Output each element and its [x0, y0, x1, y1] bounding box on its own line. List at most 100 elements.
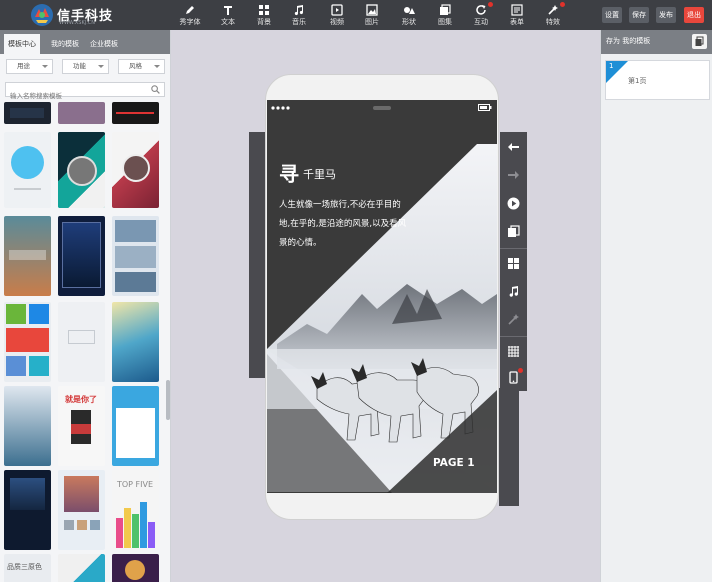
template-thumb[interactable]	[4, 102, 51, 124]
template-thumb[interactable]	[112, 132, 159, 208]
notification-dot	[560, 2, 565, 7]
page-heading-small[interactable]: 千里马	[303, 166, 336, 182]
panel-scrollbar[interactable]	[166, 380, 170, 420]
tool-interact-label: 互动	[474, 18, 488, 26]
copy-page-button[interactable]	[692, 34, 707, 49]
template-thumb[interactable]	[4, 302, 51, 382]
template-thumb[interactable]	[4, 216, 51, 296]
tab-enterprise-templates[interactable]: 企业模板	[86, 34, 122, 54]
page-thumbnail[interactable]: 1 第1页	[605, 60, 710, 100]
video-icon	[331, 4, 343, 16]
tool-divider	[500, 336, 527, 337]
refresh-icon	[476, 5, 486, 15]
grid-icon	[508, 346, 519, 357]
tool-gallery[interactable]: 图集	[425, 2, 465, 29]
page-tools-strip	[500, 132, 527, 391]
filter-usage[interactable]: 用途	[6, 59, 53, 74]
brand-logo[interactable]: 信手科技 WWW.XSKJ.CN	[30, 3, 140, 27]
grid-button[interactable]	[500, 338, 527, 365]
chevron-down-icon	[98, 65, 104, 68]
thumb-caption: TOP FIVE	[117, 480, 154, 489]
settings-button[interactable]: 设置	[602, 7, 622, 23]
tool-font[interactable]: 秀字体	[170, 2, 210, 29]
tab-my-templates[interactable]: 我的模板	[47, 34, 83, 54]
tool-effects-label: 特效	[546, 18, 560, 26]
tab-template-center[interactable]: 模板中心	[4, 34, 40, 54]
page-label-text[interactable]: PAGE 1	[433, 457, 475, 469]
thumb-caption: 品质三原色	[7, 563, 42, 571]
phone-status-bar	[267, 100, 497, 117]
template-thumb[interactable]	[112, 554, 159, 582]
filter-function-label: 功能	[73, 62, 86, 70]
redo-button[interactable]	[500, 162, 527, 189]
page-heading-big[interactable]: 寻	[279, 158, 299, 187]
tool-interact[interactable]: 互动	[461, 2, 501, 29]
filter-style[interactable]: 风格	[118, 59, 165, 74]
notification-dot	[488, 2, 493, 7]
preview-button[interactable]	[500, 190, 527, 217]
filter-style-label: 风格	[129, 62, 142, 70]
tool-background[interactable]: 背景	[244, 2, 284, 29]
filter-function[interactable]: 功能	[62, 59, 109, 74]
logo-icon	[31, 4, 53, 26]
template-thumb[interactable]	[58, 302, 105, 382]
grid-icon	[259, 5, 269, 15]
tool-music[interactable]: 音乐	[279, 2, 319, 29]
template-thumb[interactable]	[112, 216, 159, 296]
template-thumb[interactable]	[58, 554, 105, 582]
template-thumb[interactable]	[58, 470, 105, 550]
top-toolbar: 信手科技 WWW.XSKJ.CN 秀字体 文本 背景 音乐 视频 图片 形状 图…	[0, 0, 712, 30]
chevron-down-icon	[42, 65, 48, 68]
notification-dot	[518, 368, 523, 373]
magic-icon	[508, 314, 519, 325]
template-thumb[interactable]	[58, 102, 105, 124]
effects-icon	[548, 5, 558, 15]
search-input[interactable]	[6, 89, 146, 103]
signal-icon	[271, 106, 290, 110]
page-body-text[interactable]: 人生就像一场旅行,不必在乎目的地,在乎的,是沿途的风景,以及看风景的心情。	[279, 196, 409, 253]
template-thumb[interactable]	[4, 470, 51, 550]
form-icon	[511, 4, 523, 16]
template-tabs: 模板中心 我的模板 企业模板	[0, 30, 170, 54]
chevron-down-icon	[154, 65, 160, 68]
template-thumb[interactable]	[112, 102, 159, 124]
undo-button[interactable]	[500, 134, 527, 161]
template-thumb[interactable]	[58, 216, 105, 296]
exit-button[interactable]: 退出	[684, 7, 704, 23]
template-search[interactable]	[5, 82, 165, 103]
template-thumb[interactable]: 品质三原色	[4, 554, 51, 582]
stage-decoration	[499, 388, 519, 506]
magic-button[interactable]	[500, 306, 527, 333]
mobile-icon	[509, 371, 518, 384]
tool-form[interactable]: 表单	[497, 2, 537, 29]
template-thumb[interactable]: 就是你了	[58, 386, 105, 466]
tool-shape-label: 形状	[402, 18, 416, 26]
layout-button[interactable]	[500, 250, 527, 277]
music-button[interactable]	[500, 278, 527, 305]
template-thumb[interactable]: TOP FIVE	[112, 470, 159, 550]
template-thumb[interactable]	[4, 132, 51, 208]
save-as-template-link[interactable]: 存为 我的模板	[606, 36, 650, 46]
search-icon[interactable]	[151, 85, 160, 94]
tool-video-label: 视频	[330, 18, 344, 26]
copy-icon	[508, 225, 520, 237]
save-button[interactable]: 保存	[629, 7, 649, 23]
phone-screen[interactable]: 寻 千里马 人生就像一场旅行,不必在乎目的地,在乎的,是沿途的风景,以及看风景的…	[267, 100, 497, 493]
tool-image[interactable]: 图片	[352, 2, 392, 29]
template-thumb[interactable]	[58, 132, 105, 208]
tool-effects[interactable]: 特效	[533, 2, 573, 29]
publish-button[interactable]: 发布	[656, 7, 676, 23]
template-thumb[interactable]	[112, 386, 159, 466]
template-thumb[interactable]	[4, 386, 51, 466]
tool-gallery-label: 图集	[438, 18, 452, 26]
template-thumb[interactable]	[112, 302, 159, 382]
tool-text[interactable]: 文本	[208, 2, 248, 29]
copy-page-tool[interactable]	[500, 218, 527, 245]
tool-shape[interactable]: 形状	[389, 2, 429, 29]
tool-video[interactable]: 视频	[317, 2, 357, 29]
battery-icon	[478, 104, 492, 111]
mobile-preview-button[interactable]	[500, 364, 527, 391]
text-icon	[224, 6, 232, 15]
copy-icon	[695, 36, 704, 46]
tool-text-label: 文本	[221, 18, 235, 26]
